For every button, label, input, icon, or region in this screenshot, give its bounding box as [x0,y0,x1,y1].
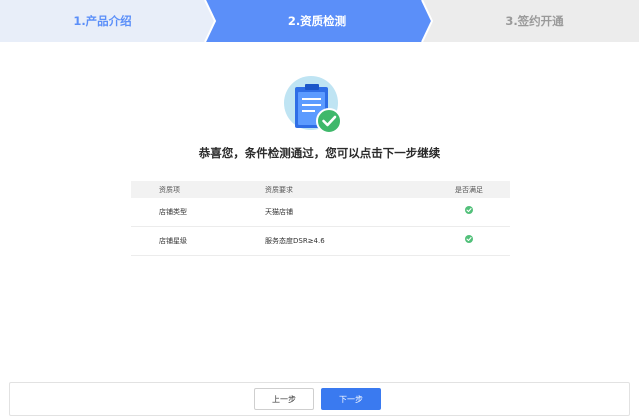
row-item: 店铺星级 [159,237,187,245]
check-icon [465,206,473,214]
qualification-table: 资质项 资质要求 是否满足 店铺类型 天猫店铺 店铺星级 服务态度DSR≥4.6 [131,181,510,256]
footer-bar: 上一步 下一步 [9,382,630,416]
header-satisfied: 是否满足 [455,185,483,194]
stepper: 1.产品介绍 2.资质检测 3.签约开通 [0,0,639,42]
row-item: 店铺类型 [159,208,187,216]
next-step-button[interactable]: 下一步 [321,388,381,410]
clipboard-check-icon [283,76,345,136]
table-row: 店铺星级 服务态度DSR≥4.6 [131,227,510,256]
row-requirement: 天猫店铺 [265,208,293,216]
row-requirement: 服务态度DSR≥4.6 [265,237,325,245]
header-requirement: 资质要求 [265,185,293,194]
header-item: 资质项 [159,185,180,194]
step-sign-activate[interactable]: 3.签约开通 [430,0,639,42]
table-row: 店铺类型 天猫店铺 [131,198,510,227]
step-product-intro[interactable]: 1.产品介绍 [0,0,205,42]
check-icon [465,235,473,243]
prev-step-button[interactable]: 上一步 [254,388,314,410]
success-message: 恭喜您，条件检测通过，您可以点击下一步继续 [198,146,441,160]
step-qualification-check[interactable]: 2.资质检测 [212,0,422,42]
table-header: 资质项 资质要求 是否满足 [131,181,510,198]
